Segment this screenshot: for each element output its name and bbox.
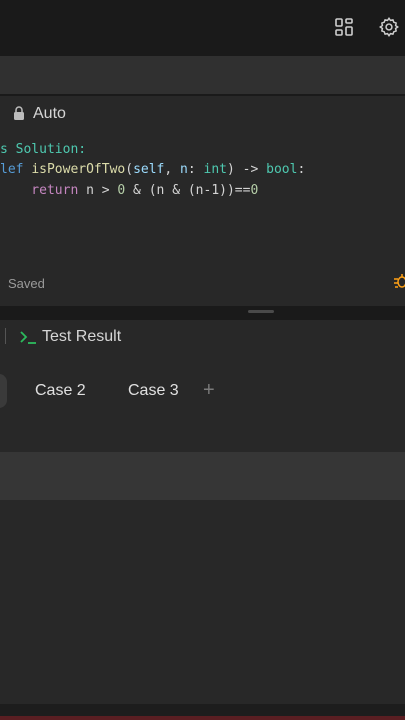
code-token: n	[180, 162, 188, 177]
code-token: ,	[164, 162, 181, 177]
language-mode-selector[interactable]: Auto	[33, 105, 66, 123]
code-token: self	[133, 162, 165, 177]
tab-test-result[interactable]: Test Result	[42, 328, 121, 346]
test-input-field[interactable]	[0, 452, 405, 500]
lock-icon	[13, 106, 25, 125]
save-status: Saved	[8, 276, 45, 291]
code-token: 0	[250, 183, 259, 198]
code-token: s Solution:	[0, 142, 87, 157]
case-1-tab[interactable]	[0, 374, 7, 408]
test-panel-body	[0, 354, 405, 704]
panel-header-strip	[0, 56, 405, 94]
code-token: n >	[86, 183, 118, 198]
terminal-icon	[18, 328, 38, 351]
add-case-button[interactable]: +	[203, 379, 215, 402]
code-token: :	[187, 162, 204, 177]
code-token: return	[0, 183, 87, 198]
bug-icon[interactable]	[393, 272, 405, 295]
code-line: s Solution:	[0, 142, 86, 157]
drag-handle[interactable]	[248, 310, 274, 313]
gear-icon[interactable]	[376, 14, 402, 40]
code-token: & (n & (n-1))==	[125, 183, 251, 198]
code-token: ) ->	[227, 162, 267, 177]
case-3-tab[interactable]: Case 3	[128, 382, 179, 400]
code-token: (	[125, 162, 134, 177]
layout-icon[interactable]	[331, 14, 357, 40]
code-token: isPowerOfTwo	[31, 162, 126, 177]
code-token: bool	[266, 162, 298, 177]
code-token: lef	[0, 162, 32, 177]
case-2-tab[interactable]: Case 2	[35, 382, 86, 400]
code-line: lef isPowerOfTwo(self, n: int) -> bool:	[0, 162, 305, 177]
bottom-accent	[0, 716, 405, 720]
code-line: return n > 0 & (n & (n-1))==0	[0, 183, 258, 198]
code-token: int	[203, 162, 227, 177]
code-token: :	[297, 162, 306, 177]
tab-separator	[5, 328, 6, 344]
panel-divider[interactable]	[0, 306, 405, 320]
code-editor[interactable]	[0, 132, 405, 306]
